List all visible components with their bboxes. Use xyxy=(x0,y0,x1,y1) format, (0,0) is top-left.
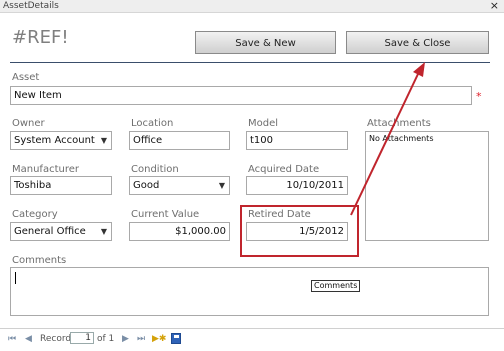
current-record-field[interactable]: 1 xyxy=(70,332,94,344)
first-record-icon[interactable]: ⏮ xyxy=(8,333,16,345)
comments-field[interactable] xyxy=(10,267,489,316)
record-label: Record xyxy=(40,334,72,344)
next-record-icon[interactable]: ▶ xyxy=(122,333,129,345)
save-icon[interactable] xyxy=(171,333,181,344)
new-record-icon[interactable]: ▶✱ xyxy=(152,333,166,345)
last-record-icon[interactable]: ⏭ xyxy=(137,333,145,345)
previous-record-icon[interactable]: ◀ xyxy=(25,333,32,345)
text-cursor xyxy=(15,272,16,284)
record-count: of 1 xyxy=(97,334,115,344)
comments-tooltip: Comments xyxy=(311,280,361,292)
comments-label: Comments xyxy=(12,255,67,266)
